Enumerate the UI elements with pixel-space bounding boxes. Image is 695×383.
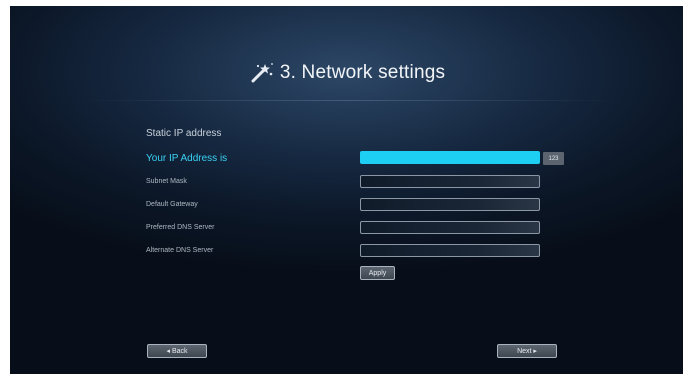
numeric-keyboard-badge[interactable]: 123 bbox=[543, 152, 564, 165]
page-title: 3. Network settings bbox=[279, 62, 446, 83]
section-label-static-ip: Static IP address bbox=[146, 128, 222, 139]
magic-wand-icon bbox=[251, 63, 273, 83]
next-button[interactable]: Next ▸ bbox=[497, 344, 557, 358]
alternate-dns-field[interactable] bbox=[360, 244, 540, 257]
preferred-dns-field[interactable] bbox=[360, 221, 540, 234]
ip-address-label: Your IP Address is bbox=[146, 153, 228, 164]
apply-button[interactable]: Apply bbox=[360, 266, 395, 280]
header-divider bbox=[80, 100, 620, 101]
subnet-mask-label: Subnet Mask bbox=[146, 178, 187, 185]
back-button[interactable]: ◂ Back bbox=[147, 344, 207, 358]
preferred-dns-label: Preferred DNS Server bbox=[146, 224, 215, 231]
default-gateway-label: Default Gateway bbox=[146, 201, 198, 208]
subnet-mask-field[interactable] bbox=[360, 175, 540, 188]
setup-screen: 3. Network settings Static IP address Yo… bbox=[10, 6, 683, 374]
ip-address-field[interactable] bbox=[360, 151, 540, 164]
default-gateway-field[interactable] bbox=[360, 198, 540, 211]
page-header: 3. Network settings bbox=[10, 58, 683, 88]
alternate-dns-label: Alternate DNS Server bbox=[146, 247, 214, 254]
